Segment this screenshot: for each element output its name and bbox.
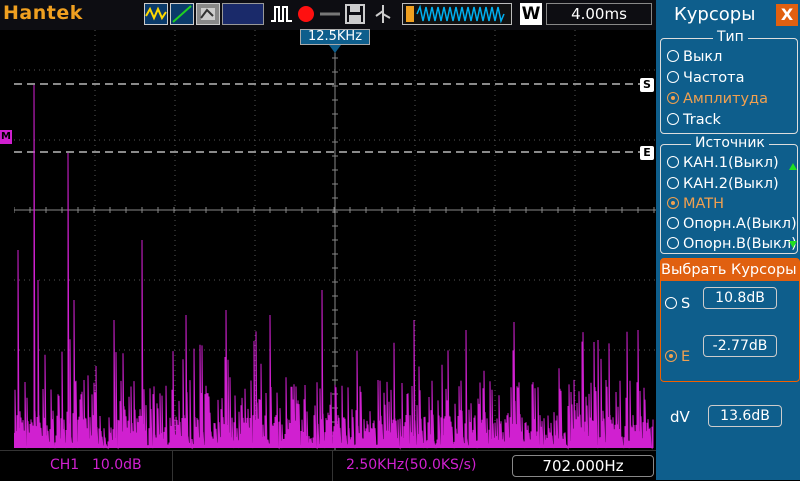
delta-v-label: dV (670, 408, 690, 426)
source-group-label: Источник (691, 135, 769, 151)
type-option-amplitude[interactable]: Амплитуда (667, 91, 768, 107)
radio-selected-icon (667, 92, 679, 104)
type-group: Тип Выкл Частота Амплитуда Track (660, 29, 798, 134)
cursor-e-label[interactable]: E (640, 146, 654, 160)
option-label: Опорн.А(Выкл) (683, 216, 797, 232)
empty-indicator (222, 3, 264, 25)
source-option-math[interactable]: MATH (667, 196, 724, 212)
span-readout: 2.50KHz(50.0KS/s) (346, 457, 477, 473)
source-option-ch2[interactable]: КАН.2(Выкл) (667, 176, 779, 192)
select-cursor-group: Выбрать Курсоры S 10.8dB E -2.77dB (660, 258, 800, 382)
usb-icon (370, 3, 396, 25)
cursor-e-option[interactable]: E (665, 349, 690, 365)
trigger-position-marker: 12.5KHz (300, 29, 370, 45)
ch1-label: CH1 (50, 457, 80, 473)
waveform-mode-icon[interactable] (144, 3, 168, 25)
type-option-track[interactable]: Track (667, 112, 721, 128)
memory-depth-indicator (402, 3, 512, 25)
cursor-s-value: 10.8dB (703, 287, 777, 309)
option-label: S (681, 296, 691, 312)
option-label: Track (683, 112, 721, 128)
top-toolbar: Hantek W 4.00ms (0, 0, 656, 30)
brand-logo: Hantek (3, 2, 83, 24)
radio-icon (667, 113, 679, 125)
option-label: E (681, 349, 691, 365)
marker-arrow-icon (329, 45, 341, 53)
cursor-s-option[interactable]: S (665, 296, 690, 312)
type-option-off[interactable]: Выкл (667, 49, 722, 65)
status-bar: CH1 10.0dB 2.50KHz(50.0KS/s) 702.000Hz (0, 450, 656, 481)
spectrum-line (14, 84, 654, 450)
option-label: Частота (683, 70, 745, 86)
delta-v-value: 13.6dB (708, 405, 782, 427)
divider (172, 451, 173, 481)
slope-icon[interactable] (170, 3, 194, 25)
cursor-e-value: -2.77dB (703, 335, 777, 357)
option-label: Амплитуда (683, 91, 768, 107)
trigger-mode-badge[interactable]: W (520, 3, 542, 25)
radio-icon (667, 50, 679, 62)
source-option-ref-a[interactable]: Опорн.А(Выкл) (667, 216, 797, 232)
cursor-s-label[interactable]: S (640, 78, 654, 92)
radio-icon (667, 156, 679, 168)
radio-icon (667, 71, 679, 83)
cursor-menu-panel: Курсоры X Тип Выкл Частота Амплитуда Tra… (656, 0, 800, 480)
menu-title: Курсоры X (656, 0, 800, 30)
option-label: Выкл (683, 49, 723, 65)
source-option-ch1[interactable]: КАН.1(Выкл) (667, 155, 779, 171)
frequency-readout: 702.000Hz (512, 455, 654, 477)
option-label: Опорн.В(Выкл) (683, 236, 797, 252)
waveform-display[interactable] (14, 30, 656, 450)
scroll-down-icon[interactable] (789, 241, 797, 248)
radio-selected-icon (667, 197, 679, 209)
option-label: MATH (683, 196, 725, 212)
probe-icon (318, 3, 342, 25)
scroll-up-icon[interactable] (789, 163, 797, 170)
type-option-frequency[interactable]: Частота (667, 70, 744, 86)
option-label: КАН.1(Выкл) (683, 155, 779, 171)
ch1-scale: 10.0dB (92, 457, 142, 473)
math-channel-marker[interactable]: M (0, 130, 12, 144)
close-button[interactable]: X (776, 4, 798, 26)
source-group: Источник КАН.1(Выкл) КАН.2(Выкл) MATH Оп… (660, 135, 798, 254)
radio-icon (667, 237, 679, 249)
radio-selected-icon (665, 350, 677, 362)
divider (332, 451, 333, 481)
select-cursor-title: Выбрать Курсоры (661, 259, 799, 281)
radio-icon (665, 297, 677, 309)
menu-title-text: Курсоры (674, 4, 756, 25)
type-group-label: Тип (713, 29, 748, 45)
option-label: КАН.2(Выкл) (683, 176, 779, 192)
record-icon[interactable] (296, 3, 316, 25)
radio-icon (667, 177, 679, 189)
persistence-icon[interactable] (196, 3, 220, 25)
fft-trace (14, 84, 654, 450)
save-icon[interactable] (344, 3, 366, 25)
timebase-readout[interactable]: 4.00ms (546, 3, 652, 25)
pulse-icon (270, 3, 294, 25)
source-option-ref-b[interactable]: Опорн.В(Выкл) (667, 236, 797, 252)
radio-icon (667, 217, 679, 229)
